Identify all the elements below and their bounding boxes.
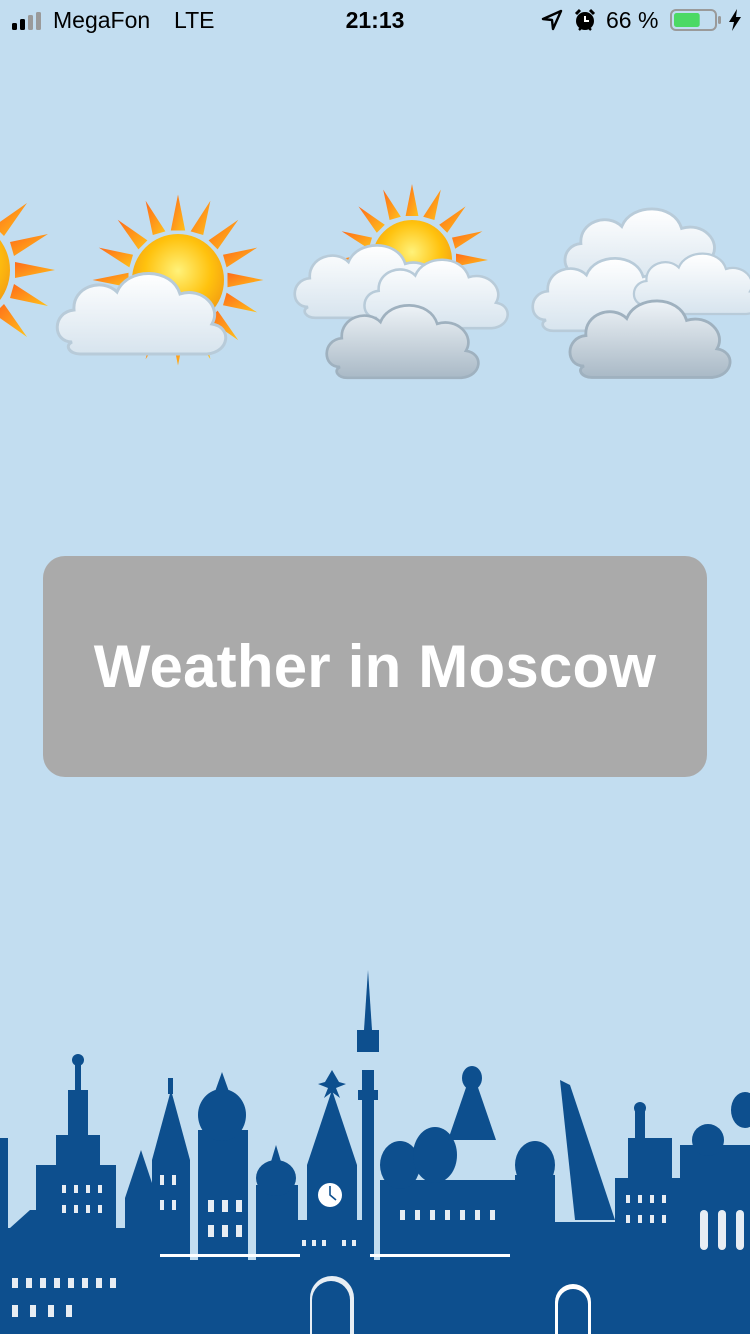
weather-icons-row	[0, 180, 750, 400]
partly-cloudy-icon	[55, 194, 264, 366]
button-label: Weather in Moscow	[93, 633, 657, 700]
signal-bars-icon	[12, 12, 41, 30]
carrier-name: MegaFon	[53, 7, 151, 33]
weather-in-moscow-button[interactable]: Weather in Moscow	[43, 556, 707, 777]
status-bar: MegaFon LTE 21:13 66 %	[0, 0, 750, 40]
charging-bolt-icon	[729, 9, 741, 31]
battery-percent: 66 %	[606, 7, 659, 33]
moscow-skyline-illustration	[0, 970, 750, 1334]
battery-icon	[670, 9, 721, 31]
location-arrow-icon	[541, 9, 563, 31]
mostly-cloudy-icon	[293, 184, 509, 380]
alarm-clock-icon	[574, 8, 596, 31]
network-type: LTE	[174, 7, 215, 33]
sun-icon	[0, 180, 55, 365]
overcast-icon	[531, 207, 750, 379]
